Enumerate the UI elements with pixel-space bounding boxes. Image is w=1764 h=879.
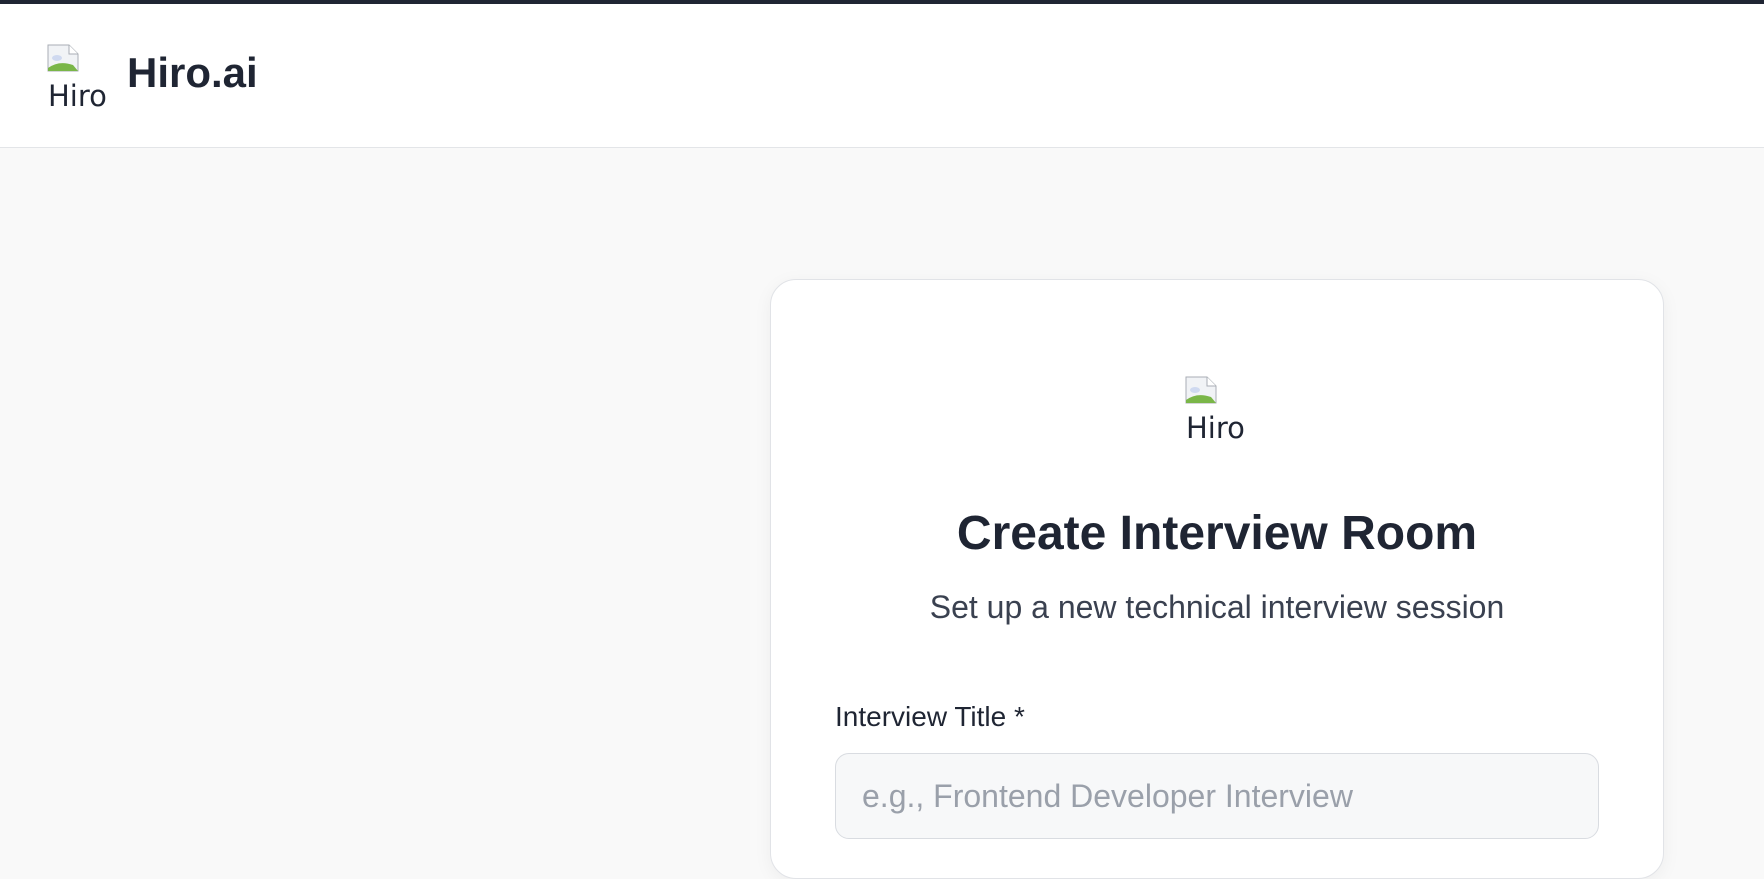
page-title: Create Interview Room <box>956 507 1478 560</box>
page-subtitle: Set up a new technical interview session <box>929 589 1505 625</box>
broken-image-icon <box>47 44 79 72</box>
brand-name: Hiro.ai <box>127 49 258 96</box>
card-logo-alt: Hiro <box>1186 411 1245 441</box>
interview-title-label: Interview Title * <box>835 701 1025 732</box>
card-logo: Hiro <box>1185 376 1249 440</box>
create-room-card: Hiro Create Interview Room Set up a new … <box>770 279 1664 879</box>
header-logo[interactable]: Hiro <box>47 44 109 108</box>
broken-image-icon <box>1185 376 1217 404</box>
header-logo-alt: Hiro <box>48 79 107 109</box>
app-header: Hiro Hiro.ai <box>0 4 1764 148</box>
interview-title-input[interactable] <box>835 753 1599 839</box>
